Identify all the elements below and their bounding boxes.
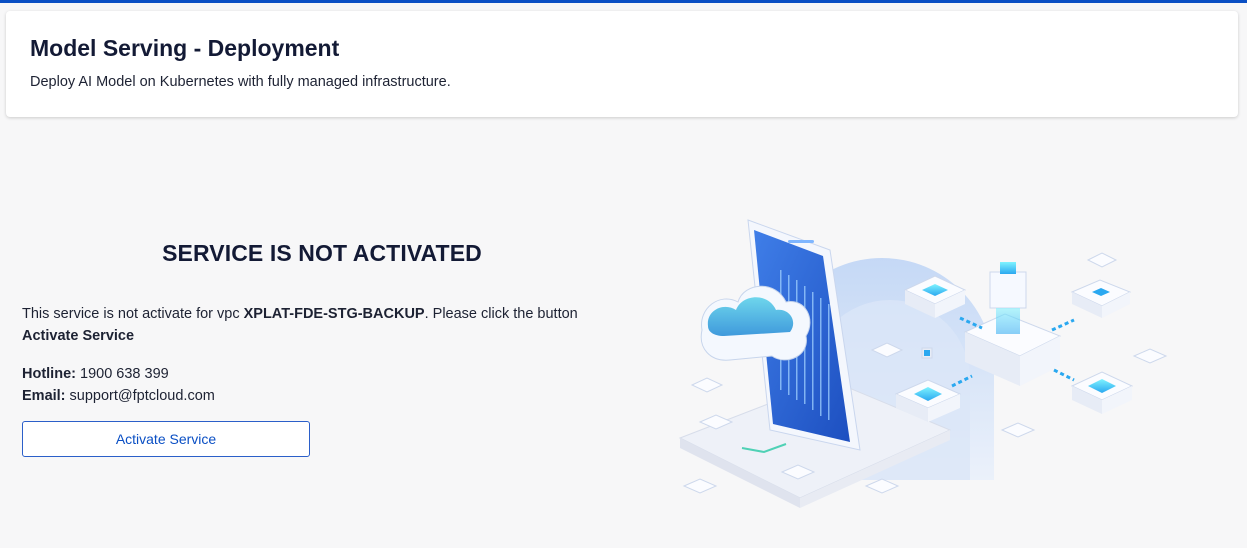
page-subtitle: Deploy AI Model on Kubernetes with fully…: [30, 74, 451, 90]
email-row: Email: support@fptcloud.com: [22, 385, 622, 407]
message-action: Activate Service: [22, 328, 135, 344]
activate-service-button[interactable]: Activate Service: [22, 421, 310, 457]
status-heading: SERVICE IS NOT ACTIVATED: [162, 240, 482, 266]
cloud-server-network-illustration: [678, 219, 1168, 508]
chip-5: [682, 478, 718, 494]
chip-7: [1000, 422, 1036, 438]
email-value: support@fptcloud.com: [69, 388, 215, 404]
hotline-value: 1900 638 399: [80, 366, 169, 382]
server-block-right-top: [1070, 279, 1132, 318]
message-middle: . Please click the button: [424, 306, 578, 322]
vpc-name: XPLAT-FDE-STG-BACKUP: [243, 306, 425, 322]
email-label: Email:: [22, 388, 66, 404]
chip-6: [864, 478, 900, 494]
chip-9: [1086, 252, 1118, 268]
server-block-right-bottom: [1070, 371, 1134, 414]
hotline-row: Hotline: 1900 638 399: [22, 363, 622, 385]
chip-8: [1132, 348, 1168, 364]
contact-info: Hotline: 1900 638 399 Email: support@fpt…: [22, 363, 622, 407]
activation-panel: SERVICE IS NOT ACTIVATED This service is…: [22, 240, 622, 457]
message-prefix: This service is not activate for vpc: [22, 306, 244, 322]
page-header: Model Serving - Deployment Deploy AI Mod…: [6, 11, 1238, 117]
chip-2: [690, 377, 724, 393]
activation-message: This service is not activate for vpc XPL…: [22, 303, 622, 347]
top-accent-bar: [0, 0, 1247, 3]
page-title: Model Serving - Deployment: [30, 35, 340, 61]
hotline-label: Hotline:: [22, 366, 76, 382]
